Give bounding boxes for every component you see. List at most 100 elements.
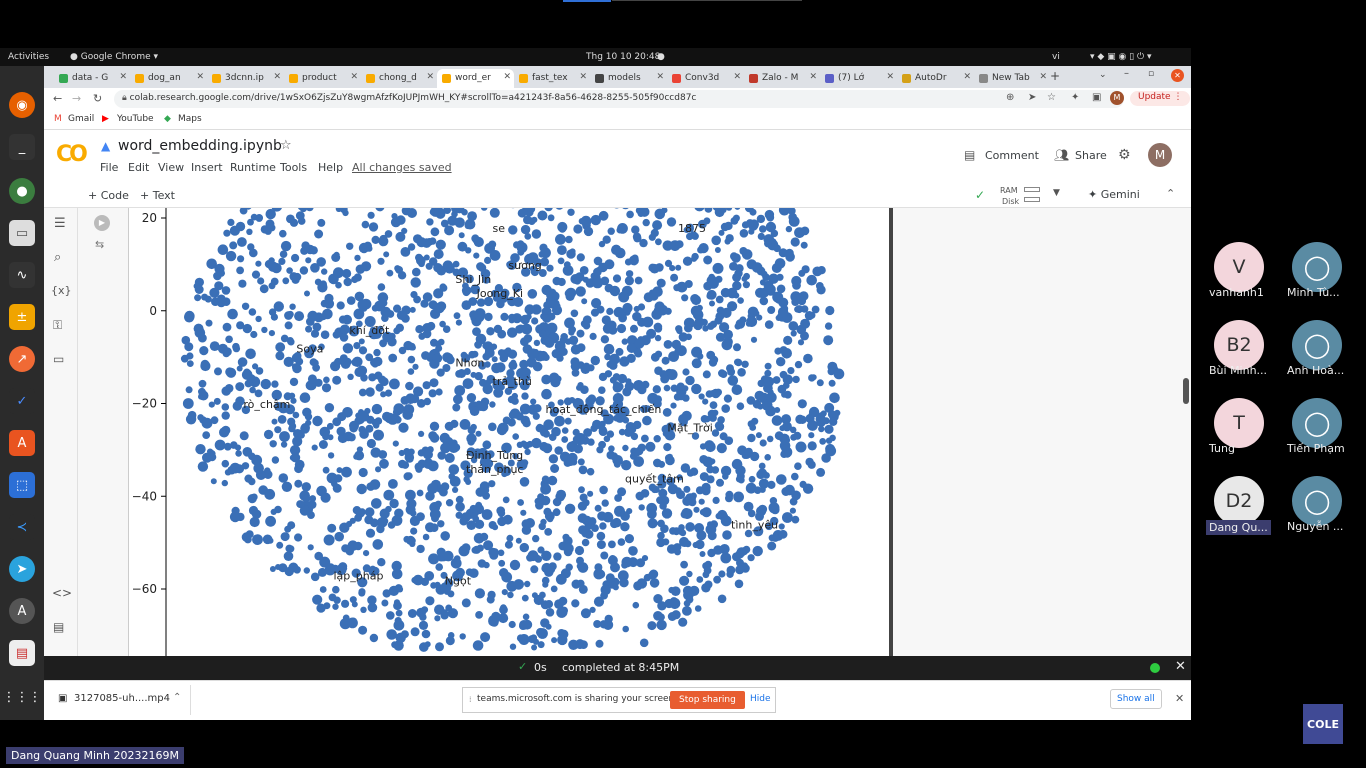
add-text-button[interactable]: + Text (140, 189, 175, 202)
tab[interactable]: AutoDr ✕ (897, 69, 974, 88)
menu-tools[interactable]: Tools (280, 161, 307, 174)
settings-gear-icon[interactable]: ⚙ (1118, 147, 1131, 163)
new-tab-button[interactable]: + (1050, 69, 1060, 83)
comment-button[interactable]: Comment (985, 149, 1039, 162)
tab[interactable]: dog_an ✕ (130, 69, 207, 88)
sidepanel-icon[interactable]: ▣ (1092, 92, 1101, 103)
output-menu-icon[interactable]: ⇆ (95, 238, 104, 251)
user-avatar[interactable]: M (1148, 143, 1172, 167)
star-icon[interactable]: ☆ (280, 138, 292, 153)
postman-icon[interactable]: ↗ (9, 346, 35, 372)
menu-file[interactable]: File (100, 161, 118, 174)
tab[interactable]: chong_d ✕ (361, 69, 437, 88)
gemini-button[interactable]: ✦ Gemini (1088, 188, 1140, 201)
tab[interactable]: models ✕ (590, 69, 667, 88)
bookmark-maps[interactable]: Maps (178, 114, 202, 124)
star-icon[interactable]: ☆ (1047, 92, 1056, 103)
tab[interactable]: New Tab ✕ (974, 69, 1050, 88)
tab-search-icon[interactable]: ⌄ (1099, 70, 1107, 80)
forward-icon[interactable]: → (72, 92, 81, 105)
system-monitor-icon[interactable]: ∿ (9, 262, 35, 288)
participant-avatar[interactable]: ◯ (1292, 320, 1342, 370)
show-all-button[interactable]: Show all (1110, 689, 1162, 709)
extensions-icon[interactable]: ✦ (1071, 92, 1079, 103)
drag-handle-icon[interactable]: ⁞ (469, 695, 472, 704)
menu-help[interactable]: Help (318, 161, 343, 174)
telegram-icon[interactable]: ➤ (9, 556, 35, 582)
app-grid-icon[interactable]: ⋮⋮⋮ (3, 684, 42, 710)
download-item[interactable]: 3127085-uh....mp4 (74, 693, 170, 704)
save-status[interactable]: All changes saved (352, 161, 452, 174)
close-window-icon[interactable]: ✕ (1171, 69, 1184, 82)
clock[interactable]: Thg 10 10 20:48 (586, 52, 660, 62)
tasks-icon[interactable]: ✓ (9, 388, 35, 414)
activities-button[interactable]: Activities (8, 52, 49, 62)
variables-icon[interactable]: {x} (51, 284, 72, 297)
bookmark-youtube[interactable]: YouTube (117, 114, 154, 124)
collapse-header-icon[interactable]: ⌃ (1166, 187, 1175, 200)
download-chevron-icon[interactable]: ⌃ (173, 692, 181, 703)
scrollbar-thumb[interactable] (1183, 378, 1189, 404)
send-icon[interactable]: ➤ (1028, 92, 1036, 103)
screenshot-icon[interactable]: ⬚ (9, 472, 35, 498)
close-shelf-icon[interactable]: ✕ (1175, 692, 1184, 705)
app-menu[interactable]: ● Google Chrome ▾ (70, 52, 158, 62)
software-center-icon[interactable]: A (9, 430, 35, 456)
minimize-icon[interactable]: – (1124, 68, 1129, 79)
terminal-icon[interactable]: _ (9, 134, 35, 160)
participant-avatar[interactable]: V (1214, 242, 1264, 292)
participant-avatar[interactable]: ◯ (1292, 242, 1342, 292)
system-tray-icons[interactable]: ▾ ◆ ▣ ◉ ▯ ⏻ ▾ (1090, 52, 1152, 62)
participant-avatar[interactable]: ◯ (1292, 398, 1342, 448)
tab[interactable]: Zalo - M ✕ (744, 69, 820, 88)
calculator-icon[interactable]: ± (9, 304, 35, 330)
updater-icon[interactable]: A (9, 598, 35, 624)
tab[interactable]: data - G ✕ (54, 69, 130, 88)
restore-icon[interactable]: ▫ (1148, 69, 1154, 79)
scatter-point (507, 591, 514, 599)
stop-sharing-button[interactable]: Stop sharing (670, 691, 745, 709)
vscode-icon[interactable]: ≺ (9, 514, 35, 540)
menu-runtime[interactable]: Runtime (230, 161, 276, 174)
participant-avatar[interactable]: T (1214, 398, 1264, 448)
chrome-icon[interactable]: ● (9, 178, 35, 204)
run-cell-button[interactable]: ▶ (94, 215, 110, 231)
tab[interactable]: (7) Lớ ✕ (820, 69, 897, 88)
tab[interactable]: product ✕ (284, 69, 361, 88)
tab[interactable]: 3dcnn.ip ✕ (207, 69, 284, 88)
hide-button[interactable]: Hide (750, 694, 771, 704)
profile-avatar[interactable]: M (1110, 91, 1124, 105)
tab-active[interactable]: word_er ✕ (437, 69, 514, 88)
close-status-icon[interactable]: ✕ (1175, 659, 1186, 674)
menu-edit[interactable]: Edit (128, 161, 149, 174)
scatter-point (734, 579, 744, 589)
url-input[interactable]: 🔒︎ colab.research.google.com/drive/1wSxO… (114, 90, 1124, 108)
participant-avatar[interactable]: B2 (1214, 320, 1264, 370)
colab-logo[interactable]: CO (56, 142, 88, 167)
participant-avatar[interactable]: ◯ (1292, 476, 1342, 526)
toc-icon[interactable]: ☰ (54, 216, 66, 231)
reload-icon[interactable]: ↻ (93, 92, 102, 105)
bookmark-gmail[interactable]: Gmail (68, 114, 94, 124)
menu-insert[interactable]: Insert (191, 161, 223, 174)
notebook-title[interactable]: word_embedding.ipynb (118, 138, 282, 154)
document-viewer-icon[interactable]: ▤ (9, 640, 35, 666)
back-icon[interactable]: ← (53, 92, 62, 105)
menu-view[interactable]: View (158, 161, 184, 174)
share-button[interactable]: Share (1075, 149, 1107, 162)
command-palette-icon[interactable]: ▤ (53, 620, 64, 634)
files-icon[interactable]: ▭ (53, 352, 64, 366)
resources-dropdown-icon[interactable]: ▼ (1053, 188, 1060, 198)
zoom-icon[interactable]: ⊕ (1006, 92, 1014, 103)
code-snippets-icon[interactable]: <> (52, 586, 72, 600)
firefox-icon[interactable]: ◉ (9, 92, 35, 118)
update-button[interactable]: Update ⋮ (1130, 91, 1191, 106)
add-code-button[interactable]: + Code (88, 189, 129, 202)
files-icon[interactable]: ▭ (9, 220, 35, 246)
search-icon[interactable]: ⌕ (54, 250, 61, 265)
language-indicator[interactable]: vi (1052, 52, 1060, 62)
participant-avatar[interactable]: D2 (1214, 476, 1264, 526)
secrets-key-icon[interactable]: ⚿ (53, 318, 62, 333)
tab[interactable]: fast_tex ✕ (514, 69, 590, 88)
tab[interactable]: Conv3d ✕ (667, 69, 744, 88)
